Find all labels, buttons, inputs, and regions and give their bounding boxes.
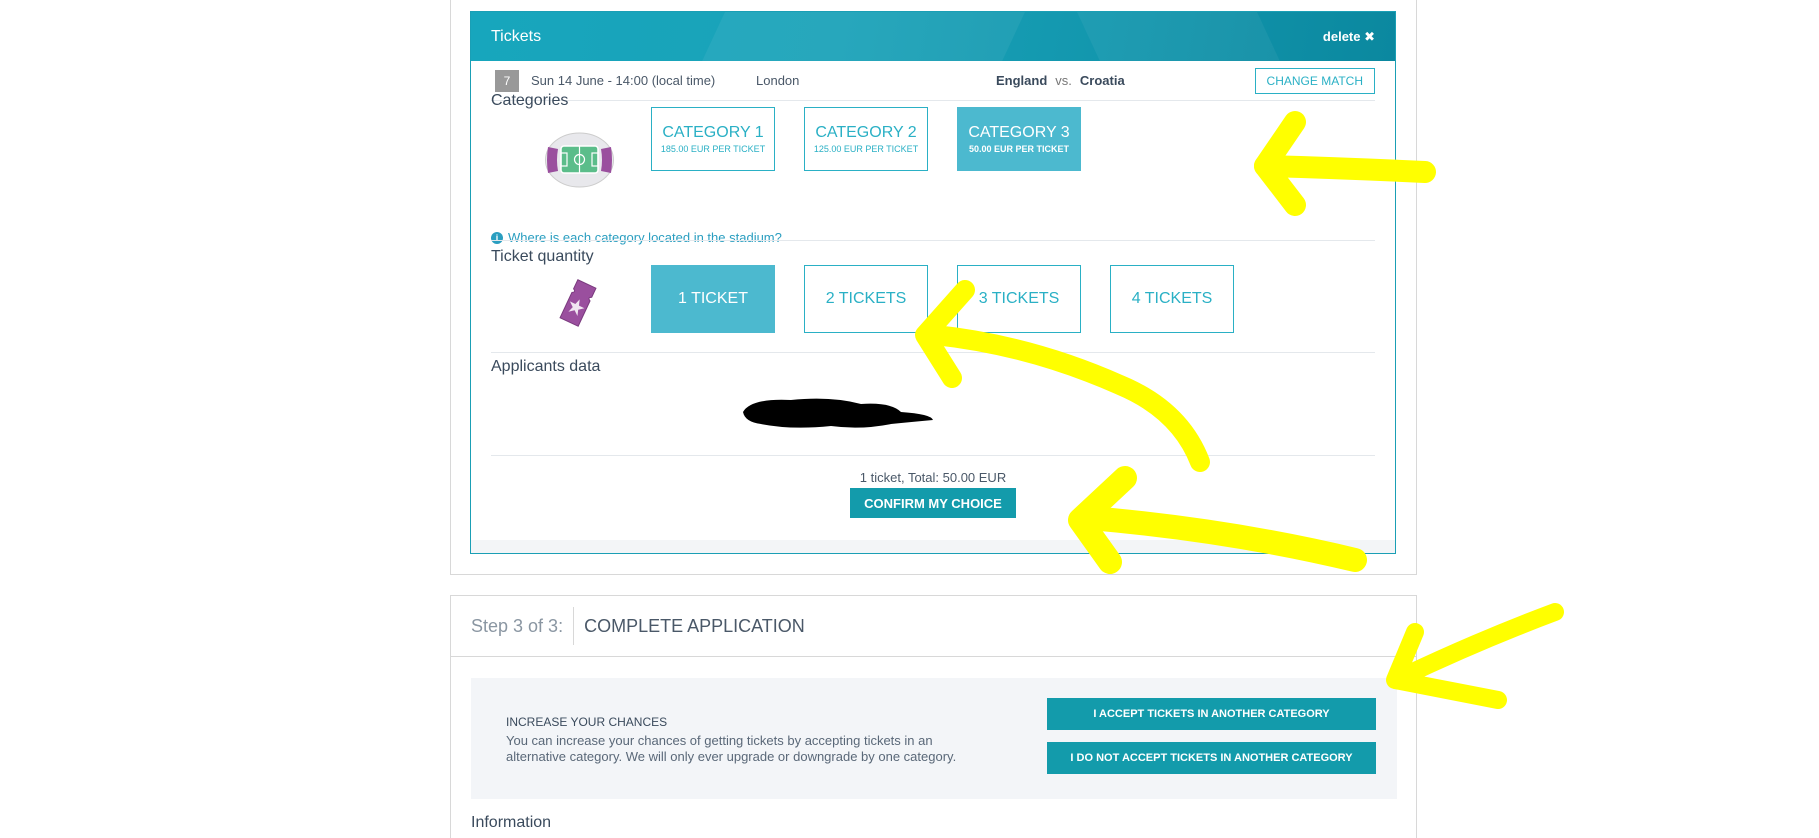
quantity-title: Ticket quantity (491, 248, 594, 265)
quantity-2-label: 2 TICKETS (825, 290, 907, 307)
change-match-button[interactable]: CHANGE MATCH (1254, 67, 1375, 94)
tickets-header: Tickets delete ✖ (471, 12, 1395, 61)
stadium-info-text: Where is each category located in the st… (508, 230, 782, 245)
order-total: 1 ticket, Total: 50.00 EUR (859, 470, 1007, 485)
category-1-label: CATEGORY 1 (662, 124, 764, 141)
tickets-panel: Tickets delete ✖ 7 Sun 14 June - 14:00 (… (470, 11, 1396, 554)
quantity-4-option[interactable]: 4 TICKETS (1110, 265, 1234, 333)
quantity-1-label: 1 TICKET (678, 290, 748, 307)
step-title: COMPLETE APPLICATION (584, 615, 805, 636)
away-team: Croatia (1079, 73, 1125, 88)
ticket-icon (559, 279, 597, 327)
stadium-icon (545, 132, 614, 188)
category-3-price: 50.00 EUR PER TICKET (968, 144, 1070, 154)
quantity-3-label: 3 TICKETS (978, 290, 1060, 307)
match-date: Sun 14 June - 14:00 (local time) (531, 73, 716, 88)
quantity-4-label: 4 TICKETS (1131, 290, 1213, 307)
redaction-mark (743, 398, 933, 428)
match-city: London (756, 73, 800, 88)
tickets-title: Tickets (491, 27, 542, 45)
chances-text: You can increase your chances of getting… (506, 733, 957, 764)
chances-title: INCREASE YOUR CHANCES (506, 715, 668, 729)
annotation-arrow-accept (1391, 603, 1564, 687)
match-number-badge: 7 (495, 69, 519, 92)
category-2-price: 125.00 EUR PER TICKET (813, 144, 919, 154)
category-2-option[interactable]: CATEGORY 2 125.00 EUR PER TICKET (804, 107, 928, 171)
category-1-option[interactable]: CATEGORY 1 185.00 EUR PER TICKET (651, 107, 775, 171)
quantity-1-option[interactable]: 1 TICKET (651, 265, 775, 333)
info-icon: i (491, 231, 503, 244)
vs-label: vs. (1055, 73, 1072, 88)
divider (491, 352, 1375, 353)
accept-other-category-button[interactable]: I ACCEPT TICKETS IN ANOTHER CATEGORY (1047, 698, 1376, 730)
stadium-info-link[interactable]: i Where is each category located in the … (491, 230, 782, 245)
delete-button[interactable]: delete ✖ (1323, 29, 1375, 45)
confirm-choice-button[interactable]: CONFIRM MY CHOICE (850, 488, 1016, 518)
divider (491, 455, 1375, 456)
match-teams: England vs. Croatia (996, 73, 1255, 88)
information-title: Information (471, 814, 552, 831)
panel-footer (471, 540, 1395, 553)
quantity-2-option[interactable]: 2 TICKETS (804, 265, 928, 333)
category-1-price: 185.00 EUR PER TICKET (660, 144, 766, 154)
increase-chances-box: INCREASE YOUR CHANCES You can increase y… (471, 678, 1397, 799)
step-number: Step 3 of 3: (471, 607, 575, 645)
category-3-label: CATEGORY 3 (968, 124, 1070, 141)
match-row: 7 Sun 14 June - 14:00 (local time) Londo… (491, 61, 1375, 101)
category-2-label: CATEGORY 2 (815, 124, 917, 141)
categories-title: Categories (491, 92, 569, 109)
applicants-title: Applicants data (491, 358, 601, 375)
quantity-3-option[interactable]: 3 TICKETS (957, 265, 1081, 333)
step-3-card: Step 3 of 3: COMPLETE APPLICATION INCREA… (450, 595, 1417, 838)
decline-other-category-button[interactable]: I DO NOT ACCEPT TICKETS IN ANOTHER CATEG… (1047, 742, 1376, 774)
home-team: England (996, 73, 1048, 88)
category-3-option[interactable]: CATEGORY 3 50.00 EUR PER TICKET (957, 107, 1081, 171)
step-header: Step 3 of 3: COMPLETE APPLICATION (451, 596, 1416, 657)
divider (491, 240, 1375, 241)
